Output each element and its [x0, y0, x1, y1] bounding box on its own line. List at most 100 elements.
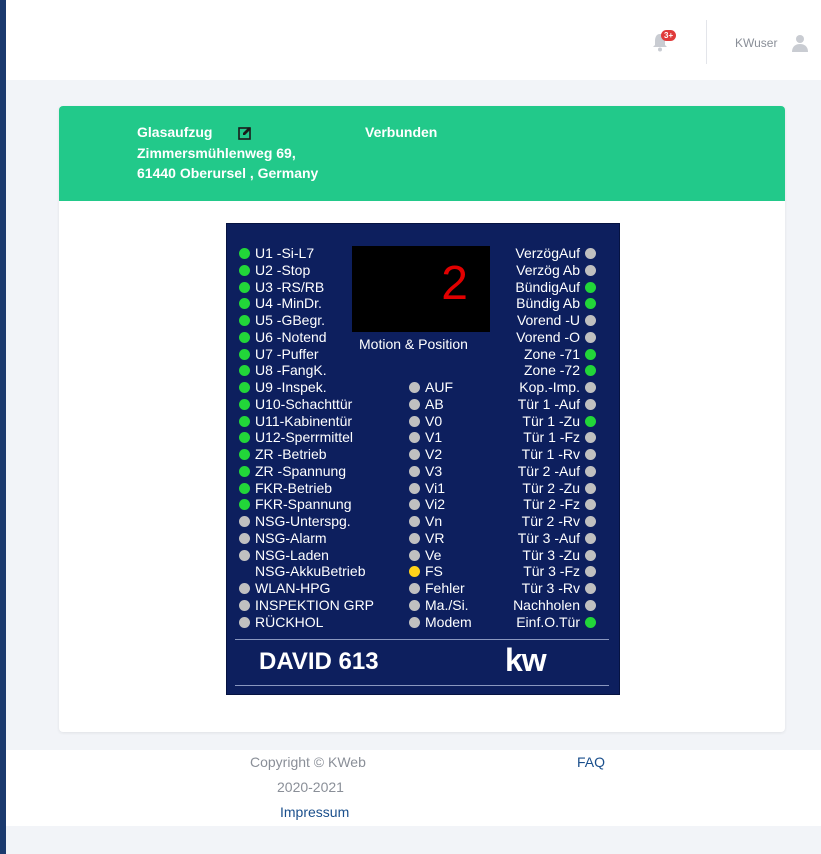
indicator-label: Tür 2 -Auf	[517, 462, 580, 479]
indicator-label: U9 -Inspek.	[255, 379, 327, 395]
status-led-icon	[239, 398, 250, 410]
indicator-middle: Ve	[409, 547, 441, 563]
status-led-icon	[239, 499, 250, 511]
indicator-label: Kop.-Imp.	[519, 379, 580, 395]
status-led-icon	[409, 432, 420, 444]
indicator-label: Einf.O.Tür	[516, 613, 580, 630]
site-title: Glasaufzug	[137, 124, 213, 140]
indicator-left: U7 -Puffer	[239, 346, 319, 362]
status-led-icon	[239, 616, 250, 628]
indicator-label: WLAN-HPG	[255, 580, 331, 596]
indicator-left: NSG-Unterspg.	[239, 513, 351, 529]
indicator-middle: FS	[409, 563, 443, 579]
indicator-label: Ve	[425, 546, 442, 563]
indicator-label: Vorend -U	[516, 312, 580, 328]
indicator-right: Tür 2 -Fz	[523, 496, 596, 512]
indicator-left: U9 -Inspek.	[239, 379, 327, 395]
status-led-icon	[239, 264, 250, 276]
kw-logo: kw	[505, 642, 547, 678]
status-led-icon	[239, 315, 250, 326]
status-led-icon	[409, 532, 420, 544]
indicator-left: NSG-Laden	[239, 547, 329, 563]
status-led-icon	[239, 432, 250, 444]
indicator-label: Tür 2 -Fz	[523, 496, 580, 513]
status-led-icon	[239, 532, 250, 544]
indicator-right: Verzög Ab	[516, 262, 596, 278]
indicator-left: U10-Schachttür	[239, 396, 352, 412]
username-label[interactable]: KWuser	[735, 36, 777, 50]
faq-link[interactable]: FAQ	[577, 754, 605, 770]
indicator-label: Nachholen	[513, 596, 580, 613]
indicator-right: Zone -71	[524, 346, 596, 362]
indicator-left: INSPEKTION GRP	[239, 597, 374, 613]
indicator-middle: Ma./Si.	[409, 597, 469, 613]
indicator-label: Tür 1 -Fz	[523, 429, 580, 446]
status-led-icon	[585, 432, 596, 444]
indicator-label: NSG-Laden	[255, 546, 329, 563]
indicator-label: VR	[425, 529, 445, 546]
status-led-icon	[585, 499, 596, 511]
indicator-label: NSG-AkkuBetrieb	[255, 563, 366, 580]
indicator-left: FKR-Betrieb	[239, 480, 332, 496]
indicator-left: ZR -Spannung	[239, 463, 346, 479]
status-led-icon	[239, 465, 250, 477]
status-led-icon	[239, 566, 250, 577]
indicator-left: U4 -MinDr.	[239, 295, 322, 311]
indicator-left: ZR -Betrieb	[239, 446, 327, 462]
controller-panel: 2 Motion & Position DAVID 613 kw U1 -Si-…	[226, 223, 620, 695]
position-display: 2	[352, 246, 490, 332]
indicator-middle: V1	[409, 429, 442, 445]
status-led-icon	[409, 566, 420, 578]
status-led-icon	[409, 516, 420, 527]
indicator-label: U10-Schachttür	[255, 395, 353, 412]
impressum-link[interactable]: Impressum	[280, 804, 349, 820]
indicator-left: RÜCKHOL	[239, 614, 323, 630]
indicator-label: Tür 2 -Zu	[522, 479, 580, 496]
model-name: DAVID 613	[259, 648, 379, 675]
indicator-label: U2 -Stop	[255, 261, 311, 278]
floor-digit: 2	[441, 257, 468, 310]
status-led-icon	[585, 331, 596, 343]
indicator-middle: V0	[409, 413, 442, 429]
edit-icon[interactable]	[238, 126, 252, 140]
panel-divider-bottom	[235, 685, 609, 686]
indicator-right: Vorend -O	[516, 329, 596, 345]
indicator-left: U12-Sperrmittel	[239, 429, 353, 445]
status-led-icon	[585, 382, 596, 393]
copyright-years: 2020-2021	[277, 779, 344, 795]
status-led-icon	[239, 549, 250, 561]
copyright-text: Copyright © KWeb	[250, 754, 366, 770]
indicator-label: Vi2	[425, 496, 445, 513]
footer: Copyright © KWeb 2020-2021 Impressum FAQ	[6, 750, 821, 826]
status-led-icon	[585, 281, 596, 293]
status-led-icon	[585, 616, 596, 628]
notification-badge[interactable]: 3+	[661, 30, 677, 41]
indicator-right: Tür 3 -Zu	[522, 547, 596, 563]
status-led-icon	[239, 583, 250, 594]
indicator-label: Bündig Ab	[516, 295, 580, 312]
status-led-icon	[585, 398, 596, 410]
indicator-label: V3	[425, 462, 443, 479]
indicator-left: U6 -Notend	[239, 329, 327, 345]
indicator-right: Tür 1 -Fz	[523, 429, 596, 445]
indicator-label: NSG-Unterspg.	[255, 513, 351, 529]
status-led-icon	[239, 298, 250, 310]
indicator-label: U5 -GBegr.	[255, 312, 326, 328]
status-led-icon	[409, 616, 420, 628]
indicator-right: Tür 3 -Rv	[522, 580, 596, 596]
status-led-icon	[585, 298, 596, 310]
indicator-label: FKR-Betrieb	[255, 479, 333, 496]
status-led-icon	[585, 248, 596, 259]
status-led-icon	[585, 465, 596, 477]
indicator-right: Tür 2 -Rv	[522, 513, 596, 529]
indicator-label: ZR -Spannung	[255, 462, 347, 479]
status-led-icon	[239, 365, 250, 377]
connection-status: Verbunden	[365, 124, 438, 140]
indicator-left: FKR-Spannung	[239, 496, 352, 512]
indicator-label: U12-Sperrmittel	[255, 429, 354, 446]
indicator-label: Tür 3 -Auf	[517, 529, 580, 546]
indicator-label: V1	[425, 429, 443, 446]
user-icon[interactable]	[792, 34, 808, 52]
status-led-icon	[409, 599, 420, 611]
indicator-left: U8 -FangK.	[239, 362, 327, 378]
